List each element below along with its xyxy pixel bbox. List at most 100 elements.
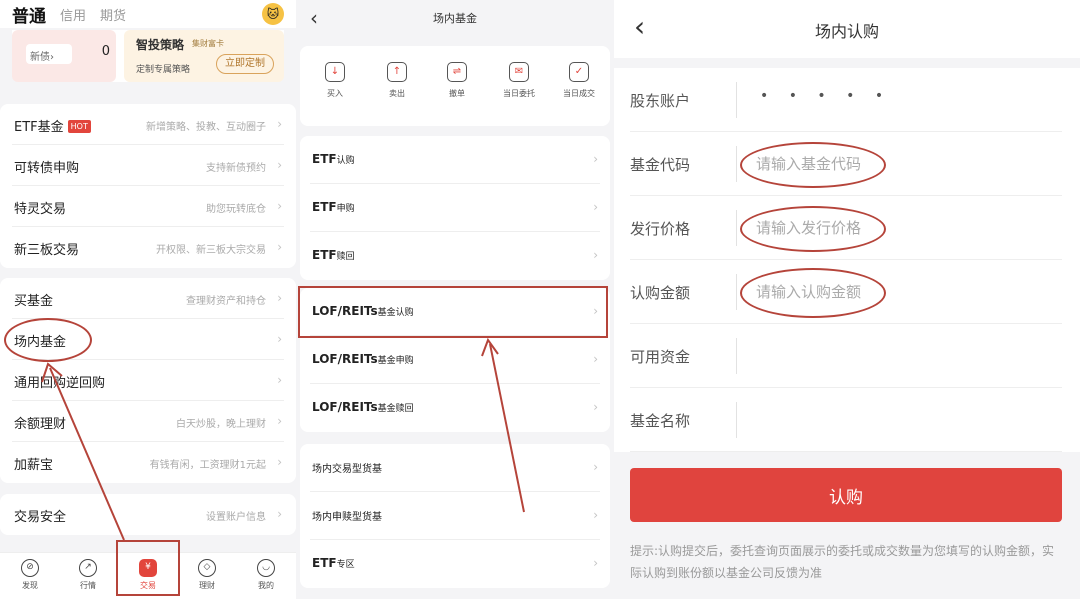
nav-wealth[interactable]: ◇ 理财: [187, 559, 227, 591]
action-today-deals[interactable]: ✓ 当日成交: [554, 62, 604, 99]
promo-strip: 新债› 0 智投策略 集财富卡 定制专属策略 立即定制: [12, 30, 284, 82]
tab-normal[interactable]: 普通: [12, 2, 46, 27]
chevron-right-icon: ›: [277, 373, 282, 387]
menu-item-desc: 新增策略、投教、互动圈子: [146, 122, 266, 133]
menu-item-desc: 助您玩转底仓: [206, 204, 266, 215]
menu-item-repo[interactable]: 通用回购逆回购 ›: [12, 360, 284, 401]
menu-item-desc: 查理财资产和持仓: [186, 296, 266, 307]
action-cancel-order[interactable]: ⇌ 撤单: [432, 62, 482, 99]
menu-item-label: 新三板交易: [14, 243, 80, 258]
chevron-right-icon: ›: [277, 414, 282, 428]
page-title: 场内认购: [814, 22, 879, 41]
smart-strategy-ad[interactable]: 智投策略 集财富卡 定制专属策略 立即定制: [124, 30, 284, 82]
nav-discover[interactable]: ⊘ 发现: [10, 559, 50, 591]
page-title: 场内基金: [433, 12, 477, 25]
menu-item-exchange-money-fund[interactable]: 场内交易型货基 ›: [310, 444, 600, 492]
action-buy[interactable]: ↓ 买入: [310, 62, 360, 99]
nav-market[interactable]: ↗ 行情: [68, 559, 108, 591]
menu-item-desc: 开权限、新三板大宗交易: [156, 245, 266, 256]
menu-item-label: 场内基金: [14, 335, 67, 350]
menu-item-trade-security[interactable]: 交易安全 设置账户信息 ›: [12, 494, 284, 535]
menu-item-label: 场内交易型货基: [312, 464, 382, 475]
trade-home-panel: 普通 信用 期货 🐱 新债› 0 智投策略 集财富卡 定制专属策略 立即定制 E…: [0, 0, 296, 599]
menu-item-desc: 支持新债预约: [206, 163, 266, 174]
nav-trade[interactable]: ¥ 交易: [128, 559, 168, 591]
buy-icon: ↓: [325, 62, 345, 82]
menu-item-neeq[interactable]: 新三板交易 开权限、新三板大宗交易 ›: [12, 227, 284, 268]
row-fund-code: 基金代码: [630, 132, 1062, 196]
action-sell[interactable]: ↑ 卖出: [372, 62, 422, 99]
chevron-right-icon: ›: [593, 460, 598, 474]
ad-subtitle: 定制专属策略: [136, 65, 191, 75]
issue-price-input[interactable]: [756, 216, 1046, 240]
bottom-nav: ⊘ 发现 ↗ 行情 ¥ 交易 ◇ 理财 ◡ 我的: [0, 552, 296, 599]
header: ‹ 场内基金: [296, 0, 614, 38]
row-shareholder-account[interactable]: 股东账户 • • • • •: [630, 68, 1062, 132]
field-label: 可用资金: [630, 348, 691, 366]
new-bond-card[interactable]: 新债› 0: [12, 30, 116, 82]
action-label: 买入: [327, 89, 343, 98]
nav-label: 发现: [22, 581, 38, 590]
today-orders-icon: ✉: [509, 62, 529, 82]
action-area: 认购 提示:认购提交后，委托查询页面展示的委托或成交数量为您填写的认购金额，实际…: [614, 452, 1080, 599]
field-label: 发行价格: [630, 220, 691, 238]
chevron-right-icon: ›: [277, 332, 282, 346]
menu-item-special-trade[interactable]: 特灵交易 助您玩转底仓 ›: [12, 186, 284, 227]
nav-label: 理财: [199, 581, 215, 590]
tab-credit[interactable]: 信用: [60, 5, 86, 24]
new-bond-count: 0: [101, 44, 110, 59]
cat-avatar-icon[interactable]: 🐱: [262, 3, 284, 25]
action-label: 当日委托: [503, 89, 535, 98]
cancel-order-icon: ⇌: [447, 62, 467, 82]
lof-group: LOF/REITs基金认购 › LOF/REITs基金申购 › LOF/REIT…: [300, 288, 610, 432]
action-label: 卖出: [389, 89, 405, 98]
menu-group-2: 买基金 查理财资产和持仓 › 场内基金 › 通用回购逆回购 › 余额理财 白天炒…: [0, 278, 296, 483]
tip-text: 提示:认购提交后，委托查询页面展示的委托或成交数量为您填写的认购金额，实际认购到…: [630, 544, 1055, 580]
chevron-right-icon: ›: [593, 152, 598, 166]
nav-label: 交易: [140, 581, 156, 590]
menu-item-etf-redeem[interactable]: ETF赎回 ›: [310, 232, 600, 280]
action-today-orders[interactable]: ✉ 当日委托: [494, 62, 544, 99]
menu-item-buy-fund[interactable]: 买基金 查理财资产和持仓 ›: [12, 278, 284, 319]
menu-item-label: 交易安全: [14, 510, 67, 525]
menu-item-lof-subscribe[interactable]: LOF/REITs基金认购 ›: [310, 288, 600, 336]
menu-item-redeemable-money-fund[interactable]: 场内申赎型货基 ›: [310, 492, 600, 540]
nav-profile[interactable]: ◡ 我的: [246, 559, 286, 591]
exchange-fund-panel: ‹ 场内基金 ↓ 买入 ↑ 卖出 ⇌ 撤单 ✉ 当日委托 ✓ 当日成交 ETF认…: [296, 0, 614, 599]
subscribe-button[interactable]: 认购: [630, 468, 1062, 522]
chevron-right-icon: ›: [593, 304, 598, 318]
field-label: 认购金额: [630, 284, 691, 302]
discover-icon: ⊘: [21, 559, 39, 577]
fund-code-input[interactable]: [756, 152, 1046, 176]
subscribe-form: 股东账户 • • • • • 基金代码 发行价格 认购金额 可用资金 基金名称: [614, 68, 1080, 452]
customize-now-button[interactable]: 立即定制: [216, 54, 274, 74]
ad-badge: 集财富卡: [192, 39, 224, 48]
chevron-right-icon: ›: [277, 199, 282, 213]
menu-item-label: 场内申赎型货基: [312, 512, 382, 523]
menu-item-etf-subscribe[interactable]: ETF认购 ›: [310, 136, 600, 184]
menu-item-lof-purchase[interactable]: LOF/REITs基金申购 ›: [310, 336, 600, 384]
row-subscribe-amount: 认购金额: [630, 260, 1062, 324]
menu-item-exchange-fund[interactable]: 场内基金 ›: [12, 319, 284, 360]
field-label: 股东账户: [630, 92, 691, 110]
tab-futures[interactable]: 期货: [100, 5, 126, 24]
menu-item-label: 买基金: [14, 294, 54, 309]
menu-item-etf-fund[interactable]: ETF基金 HOT 新增策略、投教、互动圈子 ›: [12, 104, 284, 145]
menu-item-label: 特灵交易: [14, 202, 67, 217]
chevron-right-icon: ›: [593, 248, 598, 262]
menu-item-balance-wealth[interactable]: 余额理财 白天炒股，晚上理财 ›: [12, 401, 284, 442]
menu-item-etf-purchase[interactable]: ETF申购 ›: [310, 184, 600, 232]
menu-item-label: 通用回购逆回购: [14, 376, 106, 391]
profile-icon: ◡: [257, 559, 275, 577]
chevron-right-icon: ›: [277, 291, 282, 305]
header: ‹ 场内认购: [614, 0, 1080, 58]
menu-item-lof-redeem[interactable]: LOF/REITs基金赎回 ›: [310, 384, 600, 432]
menu-group-3: 交易安全 设置账户信息 ›: [0, 494, 296, 535]
menu-item-convertible-bond[interactable]: 可转债申购 支持新债预约 ›: [12, 145, 284, 186]
menu-item-salary-treasure[interactable]: 加薪宝 有钱有闲，工资理财1元起 ›: [12, 442, 284, 483]
row-fund-name: 基金名称: [630, 388, 1062, 452]
today-deals-icon: ✓: [569, 62, 589, 82]
menu-item-etf-zone[interactable]: ETF专区 ›: [310, 540, 600, 588]
sell-icon: ↑: [387, 62, 407, 82]
subscribe-amount-input[interactable]: [756, 280, 1046, 304]
